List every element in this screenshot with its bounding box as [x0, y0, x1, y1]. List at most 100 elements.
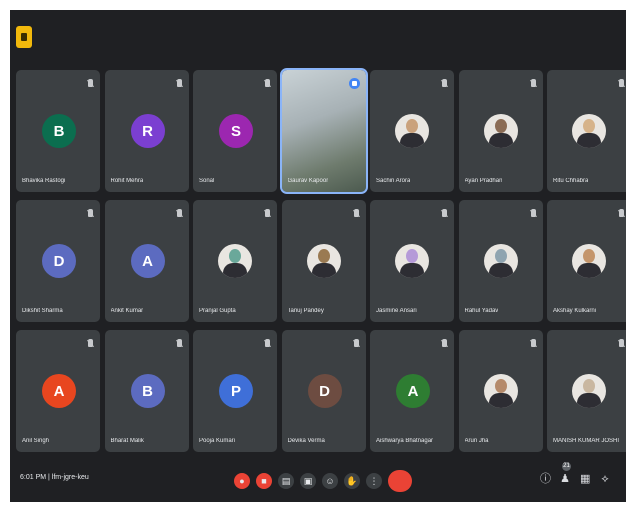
present-icon[interactable]: ▣ [300, 473, 316, 489]
participant-name: Ritu Chhabra [553, 178, 589, 184]
meeting-time-code: 6:01 PM | lfm-jgre-keu [20, 474, 89, 481]
participant-tile[interactable]: B Bhavika Rastogi [16, 70, 100, 192]
participant-tile[interactable]: B Bharat Malik [104, 330, 189, 452]
participant-name: Pranjal Gupta [199, 308, 236, 314]
camera-off-icon[interactable]: ■ [256, 473, 272, 489]
participant-name: Rohit Mehra [110, 178, 144, 184]
avatar-photo [572, 244, 606, 278]
app-logo-icon [16, 26, 32, 48]
chat-icon[interactable]: ▦ [580, 472, 590, 486]
mic-off-icon[interactable]: ● [234, 473, 250, 489]
mic-muted-icon [88, 339, 93, 347]
avatar-photo [483, 114, 518, 148]
mic-muted-icon [530, 209, 536, 217]
people-icon[interactable]: ♟ 21 [560, 462, 571, 486]
avatar-photo [483, 374, 518, 408]
participant-name: Rahul Yadav [464, 308, 499, 314]
participant-name: Pooja Kumari [199, 438, 236, 444]
participant-name: Bhavika Rastogi [22, 178, 66, 184]
meet-window: B Bhavika Rastogi R Rohit Mehra S Sonal Gaurav… [10, 10, 626, 502]
participant-tile[interactable]: Ayan Pradhan [458, 70, 543, 192]
participant-name: Jasmine Ansari [376, 308, 417, 314]
participant-name: Ayan Pradhan [464, 178, 503, 184]
mic-muted-icon [442, 339, 447, 347]
participant-name: Devika Verma [287, 438, 325, 444]
participant-tile[interactable]: P Pooja Kumari [193, 330, 277, 452]
avatar: A [396, 374, 430, 408]
mic-muted-icon [176, 209, 182, 217]
mic-muted-icon [265, 79, 270, 87]
mic-muted-icon [530, 339, 536, 347]
participant-name: Tanuj Pandey [287, 308, 324, 314]
participant-name: Dikshit Sharma [22, 308, 63, 314]
avatar-photo [306, 244, 341, 278]
mic-muted-icon [265, 209, 270, 217]
avatar: A [130, 244, 165, 278]
participant-tile[interactable]: Arun Jha [458, 330, 543, 452]
participant-name: Sachin Arora [376, 178, 411, 184]
mic-muted-icon [619, 339, 624, 347]
participant-tile[interactable]: D Dikshit Sharma [16, 200, 100, 322]
participant-tile[interactable]: Pranjal Gupta [193, 200, 277, 322]
avatar: B [42, 114, 76, 148]
participant-tile[interactable]: S Sonal [193, 70, 277, 192]
participant-tile[interactable]: A Aishwarya Bhatnagar [370, 330, 454, 452]
avatar: R [130, 114, 165, 148]
avatar-photo [483, 244, 518, 278]
top-bar [10, 10, 626, 66]
participant-name: Anil Singh [22, 438, 50, 444]
avatar: S [219, 114, 253, 148]
mic-muted-icon [88, 79, 93, 87]
mic-muted-icon [88, 209, 93, 217]
avatar: B [130, 374, 165, 408]
avatar: D [42, 244, 76, 278]
bottom-bar: 6:01 PM | lfm-jgre-keu ● ■ ▤ ▣ ☺ ✋ ⋮ ⓘ ♟… [10, 458, 626, 502]
participant-tile[interactable]: MANISH KUMAR JOSHI [547, 330, 626, 452]
mic-muted-icon [442, 79, 447, 87]
participant-tile[interactable]: Akshay Kulkarni [547, 200, 626, 322]
participant-name: Aishwarya Bhatnagar [376, 438, 434, 444]
participant-tile[interactable]: Ritu Chhabra [547, 70, 626, 192]
mic-muted-icon [353, 209, 359, 217]
mic-muted-icon [442, 209, 447, 217]
participant-name: MANISH KUMAR JOSHI [553, 438, 620, 444]
mic-muted-icon [619, 209, 624, 217]
avatar-photo [218, 244, 252, 278]
avatar: D [307, 374, 342, 408]
participant-tile[interactable]: Tanuj Pandey [281, 200, 366, 322]
mic-muted-icon [265, 339, 270, 347]
participant-tile[interactable]: Jasmine Ansari [370, 200, 454, 322]
participant-count-badge: 21 [562, 462, 571, 471]
mic-muted-icon [176, 79, 182, 87]
participant-tile[interactable]: Gaurav Kapoor [279, 68, 368, 194]
participant-tile[interactable]: Sachin Arora [370, 70, 454, 192]
speaking-indicator-icon [348, 78, 360, 89]
side-panel-controls: ⓘ ♟ 21 ▦ ⟡ [540, 462, 620, 488]
captions-icon[interactable]: ▤ [278, 473, 294, 489]
participant-name: Bharat Malik [110, 438, 144, 444]
avatar-photo [395, 114, 429, 148]
participant-tile[interactable]: A Anil Singh [16, 330, 100, 452]
participant-name: Akshay Kulkarni [553, 308, 597, 314]
participant-grid: B Bhavika Rastogi R Rohit Mehra S Sonal Gaurav… [16, 68, 626, 454]
avatar-photo [572, 374, 606, 408]
mic-muted-icon [530, 79, 536, 87]
mic-muted-icon [176, 339, 182, 347]
avatar-photo [572, 114, 606, 148]
avatar-photo [395, 244, 429, 278]
activities-icon[interactable]: ⟡ [600, 472, 610, 486]
participant-name: Gaurav Kapoor [287, 178, 329, 184]
end-call-button[interactable] [388, 470, 412, 492]
avatar: A [42, 374, 76, 408]
participant-tile[interactable]: Rahul Yadav [458, 200, 543, 322]
participant-tile[interactable]: A Ankit Kumar [104, 200, 189, 322]
more-icon[interactable]: ⋮ [366, 473, 382, 489]
emoji-icon[interactable]: ☺ [322, 473, 338, 489]
participant-tile[interactable]: D Devika Verma [281, 330, 366, 452]
info-icon[interactable]: ⓘ [540, 472, 551, 486]
mic-muted-icon [619, 79, 624, 87]
participant-name: Ankit Kumar [110, 308, 144, 314]
raise-hand-icon[interactable]: ✋ [344, 473, 360, 489]
participant-name: Arun Jha [464, 438, 489, 444]
participant-tile[interactable]: R Rohit Mehra [104, 70, 189, 192]
